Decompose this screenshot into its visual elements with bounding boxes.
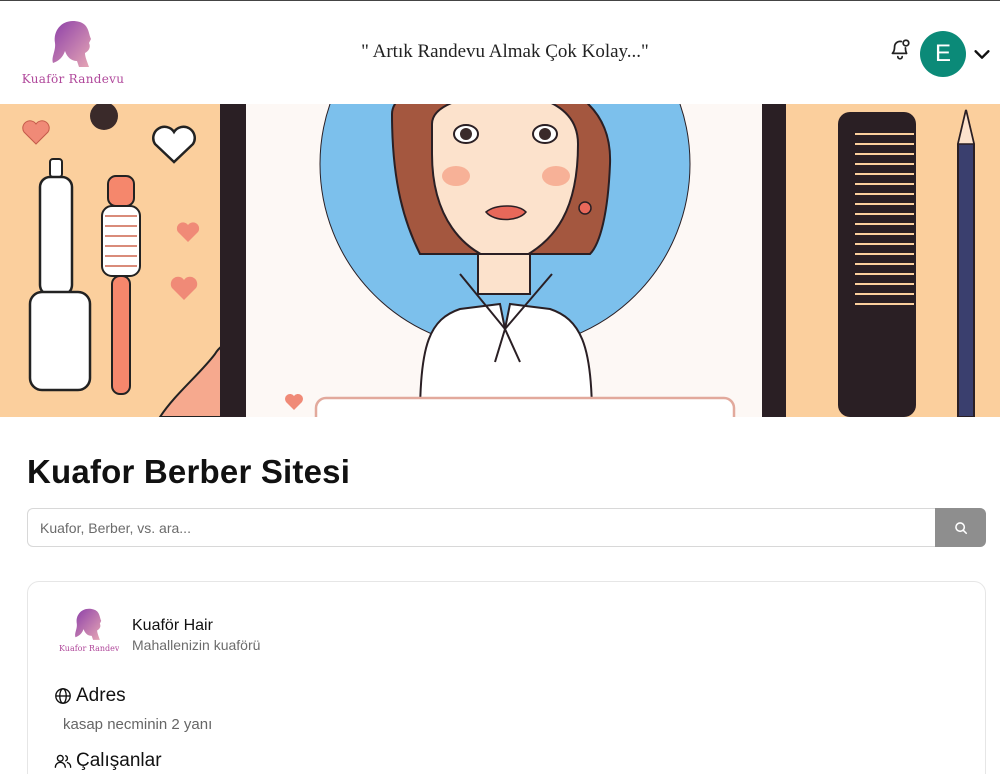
search-button[interactable]	[935, 508, 986, 547]
woman-silhouette-icon	[52, 21, 91, 67]
notification-button[interactable]	[887, 36, 913, 62]
bell-icon	[891, 39, 910, 60]
search-icon	[954, 521, 967, 534]
user-menu-toggle[interactable]	[971, 43, 993, 65]
salon-logo: Kuafor Randevu	[59, 606, 119, 656]
globe-icon	[55, 688, 71, 704]
address-heading: Adres	[54, 685, 126, 707]
users-icon	[54, 754, 72, 768]
woman-silhouette-icon	[75, 608, 102, 640]
top-navbar: Kuaför Randevu " Artık Randevu Almak Çok…	[0, 1, 1000, 104]
salon-card[interactable]: Kuafor Randevu Kuaför Hair Mahallenizin …	[27, 581, 986, 774]
brand-logo[interactable]: Kuaför Randevu	[18, 17, 128, 95]
staff-label: Çalışanlar	[76, 750, 162, 771]
hero-banner-illustration	[0, 104, 1000, 417]
search-input[interactable]	[27, 508, 936, 547]
chevron-down-icon	[974, 50, 990, 59]
staff-heading: Çalışanlar	[54, 750, 162, 772]
salon-logo-text: Kuafor Randevu	[59, 644, 119, 653]
header-slogan: " Artık Randevu Almak Çok Kolay..."	[361, 41, 649, 62]
salon-subtitle: Mahallenizin kuaförü	[132, 637, 261, 653]
search-bar	[27, 508, 986, 547]
user-avatar[interactable]: E	[920, 31, 966, 77]
page-title: Kuafor Berber Sitesi	[27, 453, 351, 490]
address-label: Adres	[76, 685, 126, 706]
address-text: kasap necminin 2 yanı	[63, 716, 213, 733]
brand-logo-text: Kuaför Randevu	[21, 72, 125, 86]
salon-name[interactable]: Kuaför Hair	[132, 617, 213, 635]
